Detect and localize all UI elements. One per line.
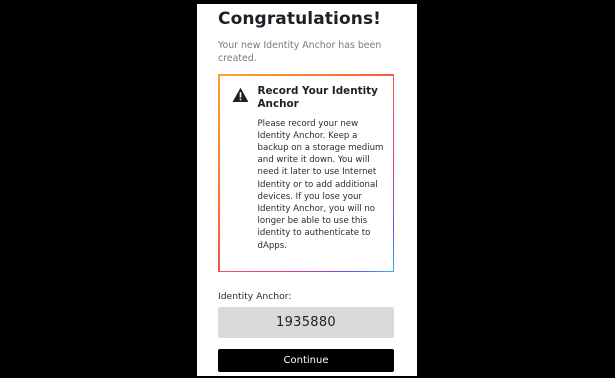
confirmation-card: Congratulations! Your new Identity Ancho… <box>197 4 417 376</box>
warning-title: Record Your Identity Anchor <box>257 84 378 110</box>
warning-icon <box>232 87 249 103</box>
warning-callout-content: Record Your Identity Anchor Please recor… <box>219 75 393 271</box>
screen: Congratulations! Your new Identity Ancho… <box>0 0 615 378</box>
identity-anchor-value: 1935880 <box>218 307 394 338</box>
warning-text: Record Your Identity Anchor Please recor… <box>258 85 385 271</box>
identity-anchor-label: Identity Anchor: <box>218 291 292 302</box>
warning-body: Please record your new Identity Anchor. … <box>257 118 384 251</box>
page-subtitle: Your new Identity Anchor has been create… <box>218 40 382 64</box>
page-title: Congratulations! <box>218 9 382 29</box>
warning-callout: Record Your Identity Anchor Please recor… <box>218 74 394 272</box>
continue-button[interactable]: Continue <box>218 349 394 372</box>
